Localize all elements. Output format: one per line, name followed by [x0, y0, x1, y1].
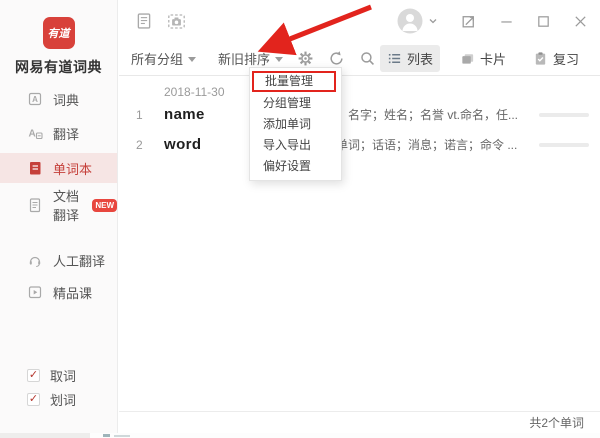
wordbook-icon: [27, 160, 43, 176]
sidebar-item-label: 人工翻译: [53, 251, 105, 270]
settings-gear-icon[interactable]: [297, 50, 314, 67]
human-translate-icon: [27, 252, 43, 268]
checkbox-checked-icon[interactable]: ✓: [27, 369, 40, 382]
sidebar-item-human-translate[interactable]: 人工翻译: [0, 246, 117, 274]
expand-window-button[interactable]: [460, 13, 477, 30]
toggle-word-capture[interactable]: ✓ 取词: [0, 364, 117, 386]
doc-translate-icon: [27, 197, 43, 213]
main-content: 所有分组 新旧排序: [119, 0, 600, 433]
search-icon[interactable]: [359, 50, 376, 67]
sidebar: 有道 网易有道词典 A 词典 A 翻译 单词本: [0, 0, 118, 433]
row-index: 2: [119, 138, 164, 152]
maximize-button[interactable]: [536, 14, 551, 29]
review-label: 复习: [553, 49, 579, 68]
course-icon: [27, 284, 43, 300]
menu-item-import-export[interactable]: 导入导出: [250, 135, 341, 156]
statusbar: 共2个单词: [119, 411, 600, 433]
view-switcher: 列表 卡片 复习: [380, 45, 586, 72]
menu-item-add-word[interactable]: 添加单词: [250, 114, 341, 135]
sidebar-item-doc-translate[interactable]: 文档翻译 NEW: [0, 191, 117, 219]
desktop-sliver-left: [0, 433, 90, 438]
desktop-sliver: [0, 433, 600, 438]
caret-down-icon: [275, 57, 283, 62]
sidebar-item-courses[interactable]: 精品课: [0, 278, 117, 306]
desktop-icon-fragment: [103, 434, 110, 437]
menu-item-group-manage[interactable]: 分组管理: [250, 93, 341, 114]
svg-text:A: A: [29, 129, 36, 140]
user-avatar[interactable]: [397, 8, 423, 34]
sidebar-item-wordbook[interactable]: 单词本: [0, 153, 117, 183]
sidebar-item-label: 精品课: [53, 283, 92, 302]
word-list: 2018-11-30 1 name ，名字；姓名；名誉 vt.命名，任... 2…: [119, 77, 600, 159]
note-icon[interactable]: [135, 12, 153, 30]
card-view-icon: [460, 51, 475, 66]
sidebar-item-translate[interactable]: A 翻译: [0, 119, 117, 147]
review-clipboard-icon: [533, 51, 548, 66]
translate-icon: A: [27, 125, 43, 141]
sidebar-item-label: 词典: [53, 90, 79, 109]
settings-dropdown-menu: 批量管理 分组管理 添加单词 导入导出 偏好设置: [249, 67, 342, 181]
view-list-button[interactable]: 列表: [380, 45, 440, 72]
word-count: 共2个单词: [529, 414, 584, 431]
caret-down-icon: [188, 57, 196, 62]
masked-meaning-bar: [539, 143, 589, 147]
app-window: 有道 网易有道词典 A 词典 A 翻译 单词本: [0, 0, 600, 438]
review-button[interactable]: 复习: [526, 45, 586, 72]
sidebar-item-label: 翻译: [53, 124, 79, 143]
checkbox-checked-icon[interactable]: ✓: [27, 393, 40, 406]
menu-item-preferences[interactable]: 偏好设置: [250, 156, 341, 177]
screenshot-icon[interactable]: [167, 12, 186, 31]
group-filter-label: 所有分组: [131, 49, 183, 68]
dictionary-icon: A: [27, 91, 43, 107]
toggle-label: 划词: [50, 390, 76, 409]
titlebar: [119, 0, 600, 42]
youdao-logo-icon: 有道: [43, 17, 75, 49]
sidebar-item-label: 单词本: [53, 159, 92, 178]
app-title: 网易有道词典: [0, 57, 117, 77]
chevron-down-icon[interactable]: [428, 17, 438, 25]
desktop-icon-fragment: [114, 435, 130, 437]
svg-text:A: A: [32, 95, 38, 104]
sidebar-item-label: 文档翻译: [53, 186, 84, 224]
view-card-button[interactable]: 卡片: [453, 45, 513, 72]
toggle-label: 取词: [50, 366, 76, 385]
menu-item-batch-manage[interactable]: 批量管理: [252, 71, 336, 92]
new-badge: NEW: [92, 199, 117, 212]
masked-meaning-bar: [539, 113, 589, 117]
minimize-button[interactable]: [499, 14, 514, 29]
word-row[interactable]: 1 name ，名字；姓名；名誉 vt.命名，任...: [119, 100, 600, 129]
word-row[interactable]: 2 word 单词；话语；消息；诺言；命令 ...: [119, 130, 600, 159]
sort-filter-label: 新旧排序: [218, 49, 270, 68]
group-filter-dropdown[interactable]: 所有分组: [131, 49, 196, 68]
date-group-header: 2018-11-30: [164, 85, 600, 99]
view-card-label: 卡片: [480, 49, 506, 68]
close-button[interactable]: [573, 14, 588, 29]
toggle-word-select[interactable]: ✓ 划词: [0, 388, 117, 410]
sync-refresh-icon[interactable]: [328, 50, 345, 67]
sidebar-item-dictionary[interactable]: A 词典: [0, 85, 117, 113]
list-view-icon: [387, 51, 402, 66]
view-list-label: 列表: [407, 49, 433, 68]
row-index: 1: [119, 108, 164, 122]
sort-filter-dropdown[interactable]: 新旧排序: [218, 49, 283, 68]
titlebar-right: [397, 8, 588, 34]
wordbook-toolbar: 所有分组 新旧排序: [119, 42, 600, 76]
